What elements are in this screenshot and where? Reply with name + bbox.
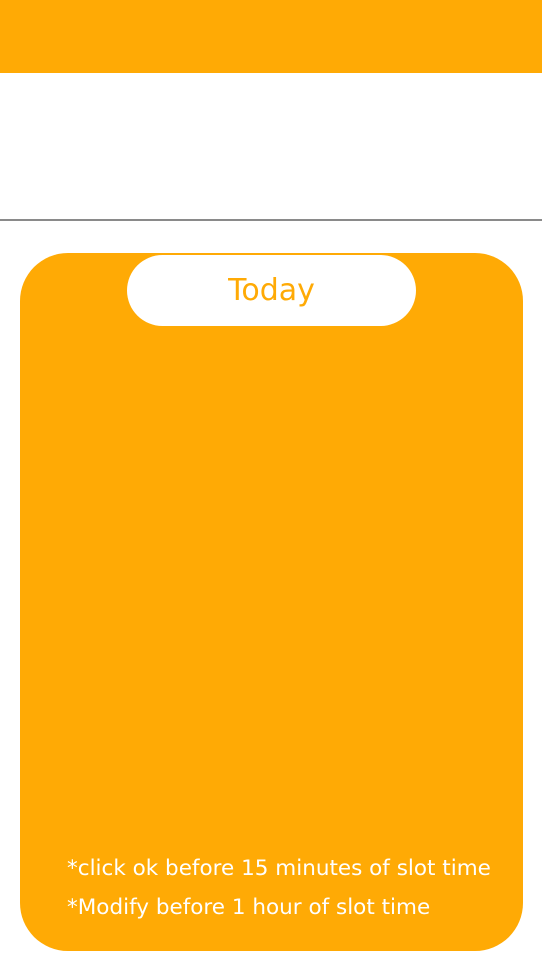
day-selector-pill[interactable]: Today [127,255,416,326]
slot-notes: *click ok before 15 minutes of slot time… [67,849,491,927]
header-blank-area [0,73,542,219]
app-bar [0,0,542,73]
slot-card: Today *click ok before 15 minutes of slo… [20,253,523,951]
day-label: Today [228,273,315,308]
note-modify-deadline: *Modify before 1 hour of slot time [67,895,431,920]
divider [0,219,542,221]
note-confirm-deadline: *click ok before 15 minutes of slot time [67,856,491,881]
